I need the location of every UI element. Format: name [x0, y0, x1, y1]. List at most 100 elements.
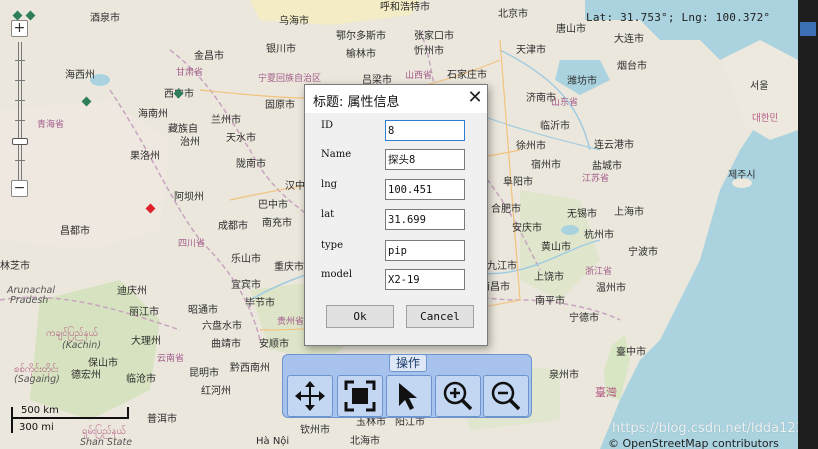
map-label: 酒泉市	[90, 13, 120, 24]
map-label: 南充市	[262, 218, 292, 229]
id-field[interactable]	[385, 120, 465, 141]
select-arrow-icon	[399, 383, 417, 410]
map-label: 臺灣	[595, 386, 617, 399]
map-label: 榆林市	[346, 49, 376, 60]
zoom-tick	[15, 60, 25, 61]
dialog-title: 标题: 属性信息	[313, 95, 400, 110]
lat-field[interactable]	[385, 209, 465, 230]
map-label: 藏族自	[168, 124, 198, 135]
field-row-lat: lat	[321, 209, 471, 231]
map-label: 山东省	[551, 98, 579, 108]
map-label: 固原市	[265, 100, 295, 111]
field-label: model	[321, 269, 353, 280]
map-label: 保山市	[88, 358, 118, 369]
zoom-tick	[15, 80, 25, 81]
map-label: 海南州	[138, 109, 168, 120]
map-label: 杭州市	[584, 230, 614, 241]
map-label: 宁德市	[569, 313, 599, 324]
field-label: ID	[321, 120, 333, 131]
map-label: 德宏州	[71, 370, 101, 381]
map-label: 南平市	[535, 296, 565, 307]
map-label: 安庆市	[512, 223, 542, 234]
zoom-in-button[interactable]: +	[11, 20, 28, 37]
map-label: 林芝市	[0, 261, 30, 272]
map-label: 昭通市	[188, 305, 218, 316]
scale-tick	[11, 407, 13, 433]
map-label: 石家庄市	[447, 70, 487, 81]
coordinate-readout: Lat: 31.753°; Lng: 100.372°	[586, 11, 771, 24]
scale-km-label: 500 km	[21, 405, 59, 416]
map-label: 六盘水市	[202, 321, 242, 332]
map-label: 治州	[180, 137, 200, 148]
map-label: 兰州市	[211, 115, 241, 126]
map-label: 阳江市	[395, 417, 425, 428]
field-row-name: Name	[321, 149, 471, 171]
move-icon	[295, 381, 325, 411]
map-label: 钦州市	[300, 425, 330, 436]
model-field[interactable]	[385, 269, 465, 290]
map-label: 盐城市	[592, 161, 622, 172]
map-label: Hà Nội	[256, 436, 290, 447]
map-label: Pradesh	[10, 295, 49, 306]
map-label: 临沧市	[126, 374, 156, 385]
editor-tab-indicator	[800, 22, 816, 36]
map-label: 连云港市	[594, 140, 634, 151]
pan-button[interactable]	[287, 375, 333, 417]
map-label: 普洱市	[147, 414, 177, 425]
zoom-tick	[15, 100, 25, 101]
map-attribution[interactable]: © OpenStreetMap contributors	[608, 437, 779, 449]
zoom-out-button[interactable]: −	[11, 180, 28, 197]
map-label: 云南省	[157, 354, 185, 364]
map-label: 上饶市	[534, 272, 564, 283]
zoom-control: + −	[11, 20, 29, 198]
map-label: 대한민	[752, 113, 779, 124]
map-label: 徐州市	[516, 141, 546, 152]
map-label: 昌都市	[60, 226, 90, 237]
name-field[interactable]	[385, 149, 465, 170]
zoom-in-icon	[443, 381, 473, 411]
map-label: 无锡市	[567, 209, 597, 220]
lng-field[interactable]	[385, 179, 465, 200]
map-label: (Sagaing)	[14, 374, 60, 385]
map-label: 甘肃省	[176, 68, 204, 78]
map-label: 乐山市	[231, 254, 261, 265]
map-label: 合肥市	[491, 204, 521, 215]
ok-button[interactable]: Ok	[326, 305, 394, 328]
map-label: 临沂市	[540, 121, 570, 132]
map-label: 青海省	[37, 120, 65, 130]
map-label: 银川市	[266, 44, 296, 55]
scale-line	[11, 417, 129, 419]
map-label: 成都市	[218, 221, 248, 232]
field-row-type: type	[321, 240, 471, 262]
field-row-model: model	[321, 269, 471, 291]
map-label: 玉林市	[356, 417, 386, 428]
zoom-in-tool-button[interactable]	[435, 375, 481, 417]
map-label: 金昌市	[194, 51, 224, 62]
map-label: 서울	[750, 81, 769, 92]
zoom-slider-thumb[interactable]	[12, 138, 28, 145]
map-label: 宜宾市	[231, 280, 261, 291]
watermark: https://blog.csdn.net/ldda123	[612, 421, 798, 436]
type-field[interactable]	[385, 240, 465, 261]
map-label: 烟台市	[617, 61, 647, 72]
map-label: 黄山市	[541, 242, 571, 253]
map-label: 唐山市	[556, 24, 586, 35]
map-label: 臺中市	[616, 347, 646, 358]
zoom-out-tool-button[interactable]	[483, 375, 529, 417]
field-row-lng: lng	[321, 179, 471, 201]
full-extent-button[interactable]	[337, 375, 383, 417]
cancel-button[interactable]: Cancel	[406, 305, 474, 328]
map-label: 忻州市	[414, 46, 444, 57]
map-label: 浙江省	[585, 267, 613, 277]
field-label: Name	[321, 149, 352, 160]
dialog-titlebar[interactable]: 标题: 属性信息 ✕	[305, 85, 487, 113]
map-label: 果洛州	[130, 151, 160, 162]
editor-side-panel	[798, 0, 818, 449]
close-icon[interactable]: ✕	[465, 89, 485, 109]
map-label: 呼和浩特市	[380, 2, 430, 13]
map-label: 宁波市	[628, 247, 658, 258]
map-label: Shan State	[80, 437, 133, 448]
zoom-tick	[15, 120, 25, 121]
map-label: 宿州市	[531, 160, 561, 171]
select-button[interactable]	[386, 375, 432, 417]
